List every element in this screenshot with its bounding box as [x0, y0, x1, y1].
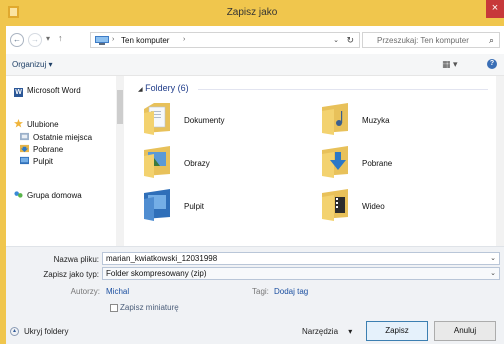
folder-label: Muzyka — [362, 116, 390, 125]
folder-label: Pobrane — [362, 159, 393, 168]
folder-item-downloads[interactable]: Pobrane — [320, 144, 480, 186]
sidebar-item-label: Pulpit — [33, 157, 54, 166]
address-bar[interactable]: › Ten komputer › ⌄ ↻ — [90, 32, 360, 48]
folder-label: Obrazy — [184, 159, 210, 168]
add-tag-link[interactable]: Dodaj tag — [274, 287, 308, 296]
sidebar-item-label: Pobrane — [33, 145, 64, 154]
sidebar-item-favorites[interactable]: Ulubione — [14, 119, 59, 129]
up-button[interactable]: ↑ — [58, 33, 63, 43]
tools-menu[interactable]: Narzędzia ▾ — [302, 327, 352, 336]
save-thumbnail-label[interactable]: Zapisz miniaturę — [120, 303, 179, 312]
hide-folders-button[interactable]: Ukryj foldery — [24, 327, 68, 336]
folders-group-header[interactable]: ◢ Foldery (6) — [138, 83, 189, 93]
desktop-icon — [20, 156, 29, 165]
save-as-dialog: Zapisz jako × ← → ▾ ↑ › Ten komputer › ⌄… — [0, 0, 504, 344]
search-box[interactable]: Przeszukaj: Ten komputer ⌕ — [362, 32, 500, 48]
address-dropdown-icon[interactable]: ⌄ — [333, 36, 339, 44]
navigation-pane: W Microsoft Word Ulubione Ostatnie miejsc… — [6, 76, 124, 246]
music-folder-icon — [322, 103, 348, 135]
chevron-down-icon[interactable]: ⌄ — [490, 269, 496, 277]
breadcrumb-this-pc[interactable]: Ten komputer — [121, 36, 169, 45]
filename-label: Nazwa pliku: — [53, 255, 99, 264]
homegroup-icon — [14, 191, 23, 198]
sidebar-item-downloads[interactable]: Pobrane — [20, 144, 63, 154]
scrollbar-thumb[interactable] — [117, 90, 123, 124]
folder-item-videos[interactable]: Wideo — [320, 187, 480, 229]
window-title: Zapisz jako — [226, 7, 278, 18]
desktop-folder-icon — [144, 189, 170, 221]
sidebar-item-label: Ostatnie miejsca — [33, 133, 93, 142]
downloads-folder-icon — [322, 146, 348, 178]
filename-field[interactable]: marian_kwiatkowski_12031998 ⌄ — [102, 252, 500, 265]
sidebar-item-desktop[interactable]: Pulpit — [20, 156, 53, 166]
tools-label: Narzędzia — [302, 327, 339, 336]
dialog-body: ← → ▾ ↑ › Ten komputer › ⌄ ↻ Przeszukaj:… — [6, 26, 504, 344]
sidebar-item-homegroup[interactable]: Grupa domowa — [14, 190, 82, 200]
group-divider — [198, 89, 488, 90]
group-label: Foldery (6) — [145, 83, 189, 93]
folder-label: Dokumenty — [184, 116, 225, 125]
videos-folder-icon — [322, 189, 348, 221]
sidebar-item-label: Microsoft Word — [27, 86, 81, 95]
tags-label: Tagi: — [252, 287, 269, 296]
authors-value[interactable]: Michal — [106, 287, 129, 296]
sidebar-item-recent-places[interactable]: Ostatnie miejsca — [20, 132, 92, 142]
save-button[interactable]: Zapisz — [366, 321, 428, 341]
save-options-panel: Nazwa pliku: marian_kwiatkowski_12031998… — [6, 246, 504, 344]
filetype-label: Zapisz jako typ: — [43, 270, 99, 279]
folder-item-pictures[interactable]: Obrazy — [142, 144, 302, 186]
back-button[interactable]: ← — [10, 33, 24, 47]
recent-places-icon — [20, 132, 29, 141]
star-icon — [14, 119, 23, 128]
command-toolbar: Organizuj ▾ ▦ ▾ ? — [6, 54, 504, 76]
folder-item-documents[interactable]: Dokumenty — [142, 101, 302, 143]
filetype-select[interactable]: Folder skompresowany (zip) ⌄ — [102, 267, 500, 280]
folder-item-desktop[interactable]: Pulpit — [142, 187, 302, 229]
save-thumbnail-checkbox[interactable] — [110, 304, 118, 312]
computer-icon — [95, 36, 109, 45]
chevron-down-icon[interactable]: ⌄ — [490, 254, 496, 262]
content-scrollbar[interactable] — [496, 76, 504, 246]
sidebar-scrollbar[interactable] — [116, 76, 124, 246]
folder-label: Pulpit — [184, 202, 205, 211]
search-placeholder: Przeszukaj: Ten komputer — [377, 36, 469, 45]
breadcrumb-separator[interactable]: › — [183, 36, 185, 43]
sidebar-item-label: Grupa domowa — [27, 191, 82, 200]
cancel-button[interactable]: Anuluj — [434, 321, 496, 341]
breadcrumb-separator[interactable]: › — [112, 36, 114, 43]
word-icon: W — [14, 88, 23, 97]
chevron-down-icon: ▾ — [348, 327, 353, 336]
search-icon[interactable]: ⌕ — [489, 35, 494, 46]
title-bar[interactable]: Zapisz jako × — [0, 0, 504, 26]
authors-label: Autorzy: — [70, 287, 100, 296]
recent-locations-dropdown[interactable]: ▾ — [46, 34, 50, 43]
refresh-icon[interactable]: ↻ — [346, 35, 354, 46]
chevron-down-icon: ▾ — [48, 60, 53, 69]
folder-label: Wideo — [362, 202, 385, 211]
filetype-value: Folder skompresowany (zip) — [106, 269, 207, 278]
help-icon[interactable]: ? — [487, 59, 497, 69]
view-options-icon[interactable]: ▦ ▾ — [442, 59, 458, 70]
file-list: ◢ Foldery (6) Dokumenty Muzyka Obrazy Po… — [128, 76, 504, 246]
folder-item-music[interactable]: Muzyka — [320, 101, 480, 143]
organize-label: Organizuj — [12, 60, 47, 69]
pictures-folder-icon — [144, 146, 170, 178]
documents-folder-icon — [144, 103, 170, 135]
forward-button[interactable]: → — [28, 33, 42, 47]
sidebar-item-microsoft-word[interactable]: W Microsoft Word — [14, 86, 81, 97]
navigation-bar: ← → ▾ ↑ › Ten komputer › ⌄ ↻ Przeszukaj:… — [6, 26, 504, 54]
organize-menu[interactable]: Organizuj ▾ — [12, 60, 53, 69]
collapse-up-icon[interactable]: ▴ — [10, 327, 19, 336]
collapse-arrow-icon: ◢ — [138, 87, 143, 93]
filename-value: marian_kwiatkowski_12031998 — [106, 254, 218, 263]
sidebar-item-label: Ulubione — [27, 120, 59, 129]
downloads-icon — [20, 144, 29, 153]
close-button[interactable]: × — [486, 0, 504, 18]
